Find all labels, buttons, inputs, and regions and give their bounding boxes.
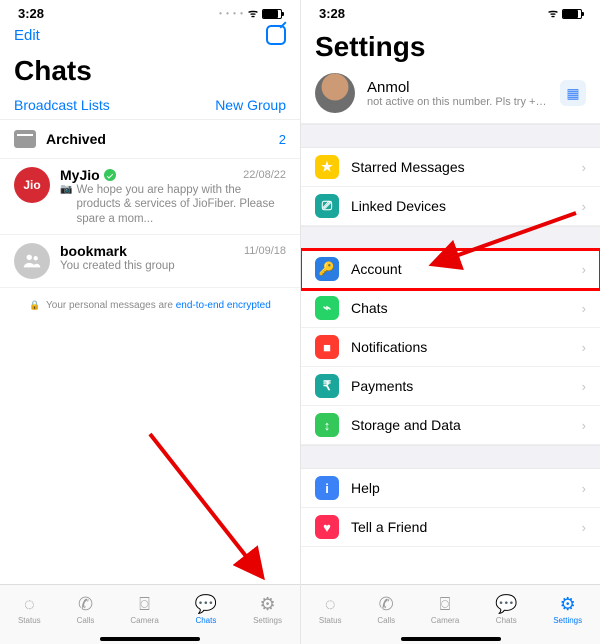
status-icon: ◌ — [24, 594, 35, 615]
heart-icon: ♥ — [315, 515, 339, 539]
tab-calls[interactable]: ✆Calls — [377, 594, 395, 625]
page-title: Chats — [0, 47, 300, 93]
chevron-right-icon: › — [582, 379, 586, 394]
section-divider — [301, 226, 600, 250]
linked-devices-icon: ⎚ — [315, 194, 339, 218]
chat-preview: We hope you are happy with the products … — [76, 183, 286, 226]
settings-item-tell-friend[interactable]: ♥ Tell a Friend › — [301, 508, 600, 547]
settings-item-starred[interactable]: ★ Starred Messages › — [301, 148, 600, 187]
chats-icon: 💬 — [495, 594, 517, 615]
new-group-link[interactable]: New Group — [215, 97, 286, 113]
archived-label: Archived — [46, 131, 269, 147]
settings-icon: ⚙ — [259, 594, 275, 615]
broadcast-lists-link[interactable]: Broadcast Lists — [14, 97, 110, 113]
chevron-right-icon: › — [582, 160, 586, 175]
avatar: Jio — [14, 167, 50, 203]
chats-screen: 3:28 • • • • ᯤ Edit Chats Broadcast List… — [0, 0, 300, 644]
settings-group-3: i Help › ♥ Tell a Friend › — [301, 469, 600, 547]
settings-screen: 3:28 ᯤ Settings Anmol not active on this… — [300, 0, 600, 644]
avatar — [315, 73, 355, 113]
profile-name: Anmol — [367, 79, 548, 96]
tab-chats[interactable]: 💬Chats — [495, 594, 517, 625]
tab-status[interactable]: ◌Status — [18, 594, 41, 625]
tab-calls[interactable]: ✆Calls — [77, 594, 95, 625]
page-title: Settings — [301, 23, 600, 69]
chevron-right-icon: › — [582, 301, 586, 316]
archived-count: 2 — [279, 132, 286, 147]
payments-icon: ₹ — [315, 374, 339, 398]
archive-icon — [14, 130, 36, 148]
camera-icon: ⌼ — [440, 594, 451, 615]
tab-bar: ◌Status ✆Calls ⌼Camera 💬Chats ⚙Settings — [301, 584, 600, 644]
chat-row[interactable]: Jio MyJio 22/08/22 📷 We hope you are hap… — [0, 159, 300, 235]
encryption-note: 🔒 Your personal messages are end-to-end … — [0, 288, 300, 323]
settings-group-1: ★ Starred Messages › ⎚ Linked Devices › — [301, 148, 600, 226]
annotation-arrow — [140, 424, 280, 584]
chat-preview: You created this group — [60, 259, 175, 273]
compose-icon[interactable] — [266, 25, 286, 45]
settings-item-notifications[interactable]: ■ Notifications › — [301, 328, 600, 367]
chat-name: MyJio — [60, 167, 100, 183]
tab-settings[interactable]: ⚙Settings — [553, 594, 582, 625]
chevron-right-icon: › — [582, 340, 586, 355]
tab-camera[interactable]: ⌼Camera — [130, 594, 158, 625]
chats-icon: 💬 — [195, 594, 217, 615]
qr-icon[interactable]: ▦ — [560, 80, 586, 106]
avatar — [14, 243, 50, 279]
home-indicator — [100, 637, 200, 641]
clock-time: 3:28 — [319, 6, 345, 21]
wifi-icon: ᯤ — [548, 6, 558, 21]
camera-icon: ⌼ — [139, 594, 150, 615]
chat-time: 22/08/22 — [243, 169, 286, 181]
clock-time: 3:28 — [18, 6, 44, 21]
chevron-right-icon: › — [582, 418, 586, 433]
tab-status[interactable]: ◌Status — [319, 594, 342, 625]
chevron-right-icon: › — [582, 481, 586, 496]
calls-icon: ✆ — [379, 594, 394, 615]
settings-item-chats[interactable]: ⌁ Chats › — [301, 289, 600, 328]
section-divider — [301, 445, 600, 469]
encryption-link[interactable]: end-to-end encrypted — [176, 300, 271, 311]
tab-camera[interactable]: ⌼Camera — [431, 594, 459, 625]
notifications-icon: ■ — [315, 335, 339, 359]
status-icon: ◌ — [325, 594, 336, 615]
tab-settings[interactable]: ⚙Settings — [253, 594, 282, 625]
archived-row[interactable]: Archived 2 — [0, 120, 300, 159]
profile-status: not active on this number. Pls try +9... — [367, 96, 548, 108]
battery-icon — [562, 9, 582, 19]
settings-item-linked-devices[interactable]: ⎚ Linked Devices › — [301, 187, 600, 226]
tab-bar: ◌Status ✆Calls ⌼Camera 💬Chats ⚙Settings — [0, 584, 300, 644]
chat-row[interactable]: bookmark 11/09/18 You created this group — [0, 235, 300, 288]
lock-icon: 🔒 — [29, 300, 40, 310]
chat-bubble-icon: ⌁ — [315, 296, 339, 320]
signal-icon: • • • • — [219, 9, 244, 18]
settings-item-storage[interactable]: ↕ Storage and Data › — [301, 406, 600, 445]
photo-icon: 📷 — [60, 184, 72, 197]
battery-icon — [262, 9, 282, 19]
chevron-right-icon: › — [582, 199, 586, 214]
chevron-right-icon: › — [582, 262, 586, 277]
calls-icon: ✆ — [78, 594, 93, 615]
settings-item-account[interactable]: 🔑 Account › — [301, 250, 600, 289]
home-indicator — [401, 637, 501, 641]
edit-button[interactable]: Edit — [14, 27, 40, 44]
chat-name: bookmark — [60, 243, 127, 259]
storage-icon: ↕ — [315, 413, 339, 437]
settings-item-payments[interactable]: ₹ Payments › — [301, 367, 600, 406]
status-bar: 3:28 ᯤ — [301, 0, 600, 23]
info-icon: i — [315, 476, 339, 500]
tab-chats[interactable]: 💬Chats — [195, 594, 217, 625]
verified-icon — [104, 169, 116, 181]
profile-row[interactable]: Anmol not active on this number. Pls try… — [301, 69, 600, 124]
settings-group-2: 🔑 Account › ⌁ Chats › ■ Notifications › … — [301, 250, 600, 445]
star-icon: ★ — [315, 155, 339, 179]
status-bar: 3:28 • • • • ᯤ — [0, 0, 300, 23]
section-divider — [301, 124, 600, 148]
key-icon: 🔑 — [315, 257, 339, 281]
chevron-right-icon: › — [582, 520, 586, 535]
wifi-icon: ᯤ — [248, 6, 258, 21]
settings-item-help[interactable]: i Help › — [301, 469, 600, 508]
chat-time: 11/09/18 — [244, 245, 286, 257]
settings-icon: ⚙ — [560, 594, 576, 615]
